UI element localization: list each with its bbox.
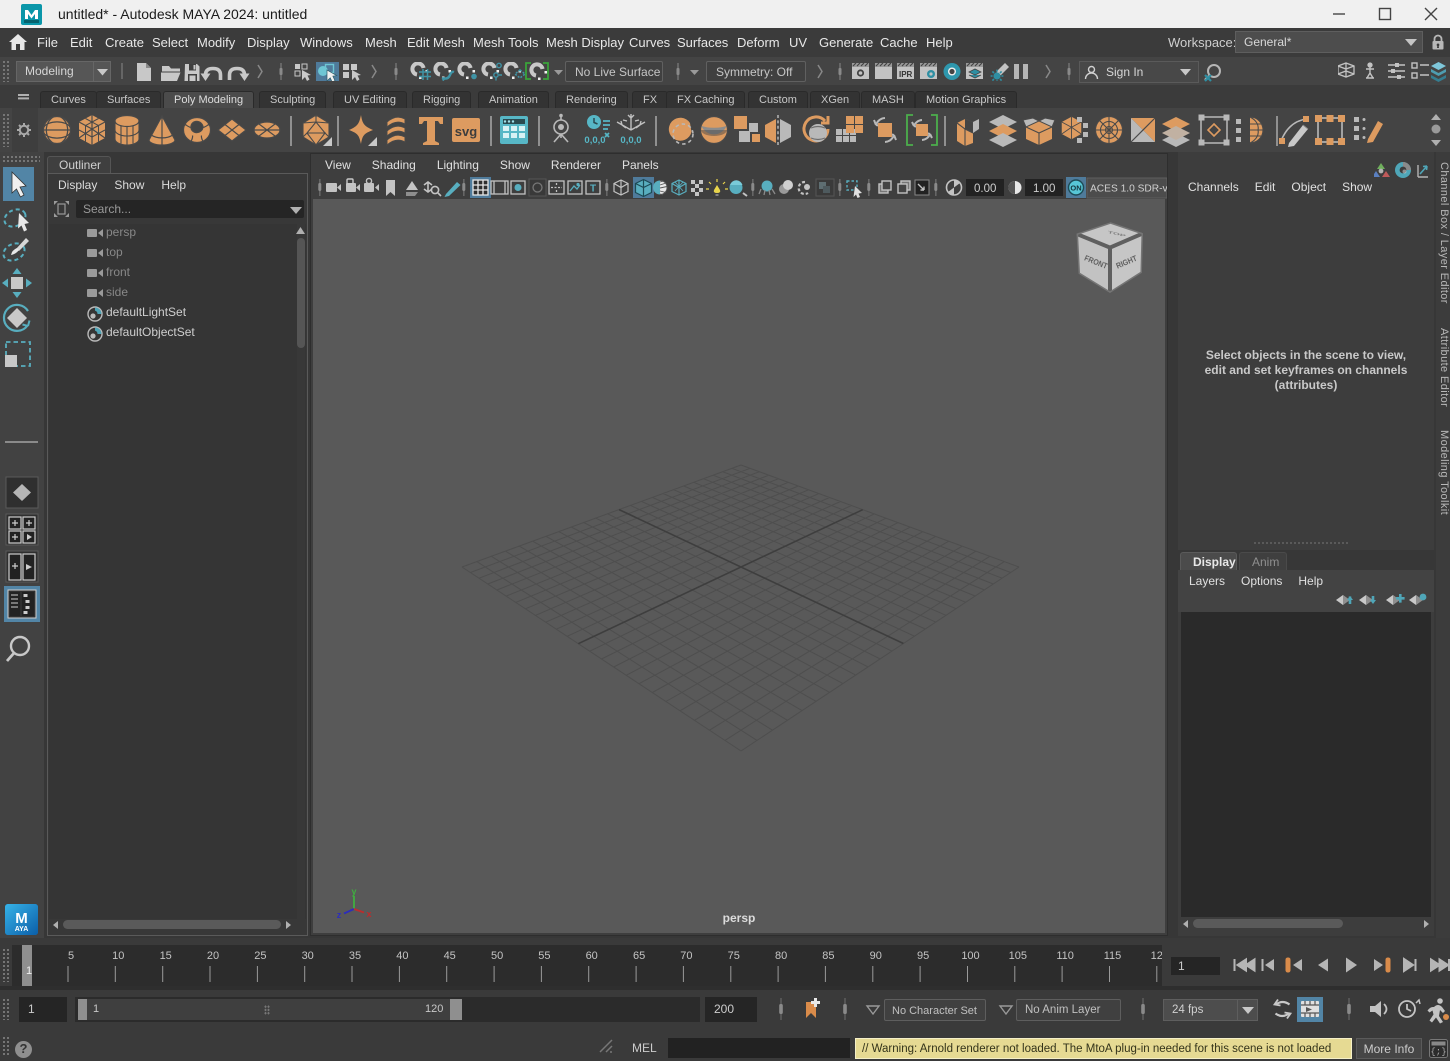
svg-text:25: 25 (254, 950, 266, 962)
svg-text:95: 95 (917, 950, 929, 962)
svg-text:115: 115 (1104, 950, 1122, 962)
svg-text:y: y (351, 889, 356, 897)
svg-text:40: 40 (396, 950, 408, 962)
svg-text:35: 35 (349, 950, 361, 962)
svg-text:15: 15 (160, 950, 172, 962)
svg-text:0,0,0: 0,0,0 (620, 135, 641, 146)
svg-text:100: 100 (961, 950, 979, 962)
svg-text:60: 60 (586, 950, 598, 962)
svg-text:ACES 1.0 SDR-v: ACES 1.0 SDR-v (1090, 184, 1167, 195)
svg-text:IPR: IPR (899, 70, 913, 79)
svg-text:0.00: 0.00 (974, 183, 996, 195)
svg-text:65: 65 (633, 950, 645, 962)
svg-text:20: 20 (207, 950, 219, 962)
svg-text:85: 85 (822, 950, 834, 962)
svg-text:75: 75 (728, 950, 740, 962)
svg-text:T: T (590, 184, 596, 195)
svg-text:105: 105 (1009, 950, 1027, 962)
svg-text:80: 80 (775, 950, 787, 962)
svg-text:90: 90 (870, 950, 882, 962)
svg-text:50: 50 (491, 950, 503, 962)
svg-text:1.00: 1.00 (1033, 183, 1055, 195)
svg-text:45: 45 (444, 950, 456, 962)
svg-text:ON: ON (1070, 184, 1081, 193)
svg-text:0,0,0: 0,0,0 (584, 135, 605, 146)
svg-text:55: 55 (538, 950, 550, 962)
svg-text:5: 5 (68, 950, 74, 962)
svg-text:30: 30 (302, 950, 314, 962)
svg-text:{;}: {;} (1430, 1047, 1446, 1057)
svg-text:AYA: AYA (15, 926, 29, 933)
svg-text:M: M (15, 910, 28, 927)
svg-text:70: 70 (680, 950, 692, 962)
svg-text:110: 110 (1056, 950, 1074, 962)
svg-text:120: 120 (1151, 950, 1162, 962)
svg-text:10: 10 (112, 950, 124, 962)
svg-text:svg: svg (455, 124, 477, 139)
